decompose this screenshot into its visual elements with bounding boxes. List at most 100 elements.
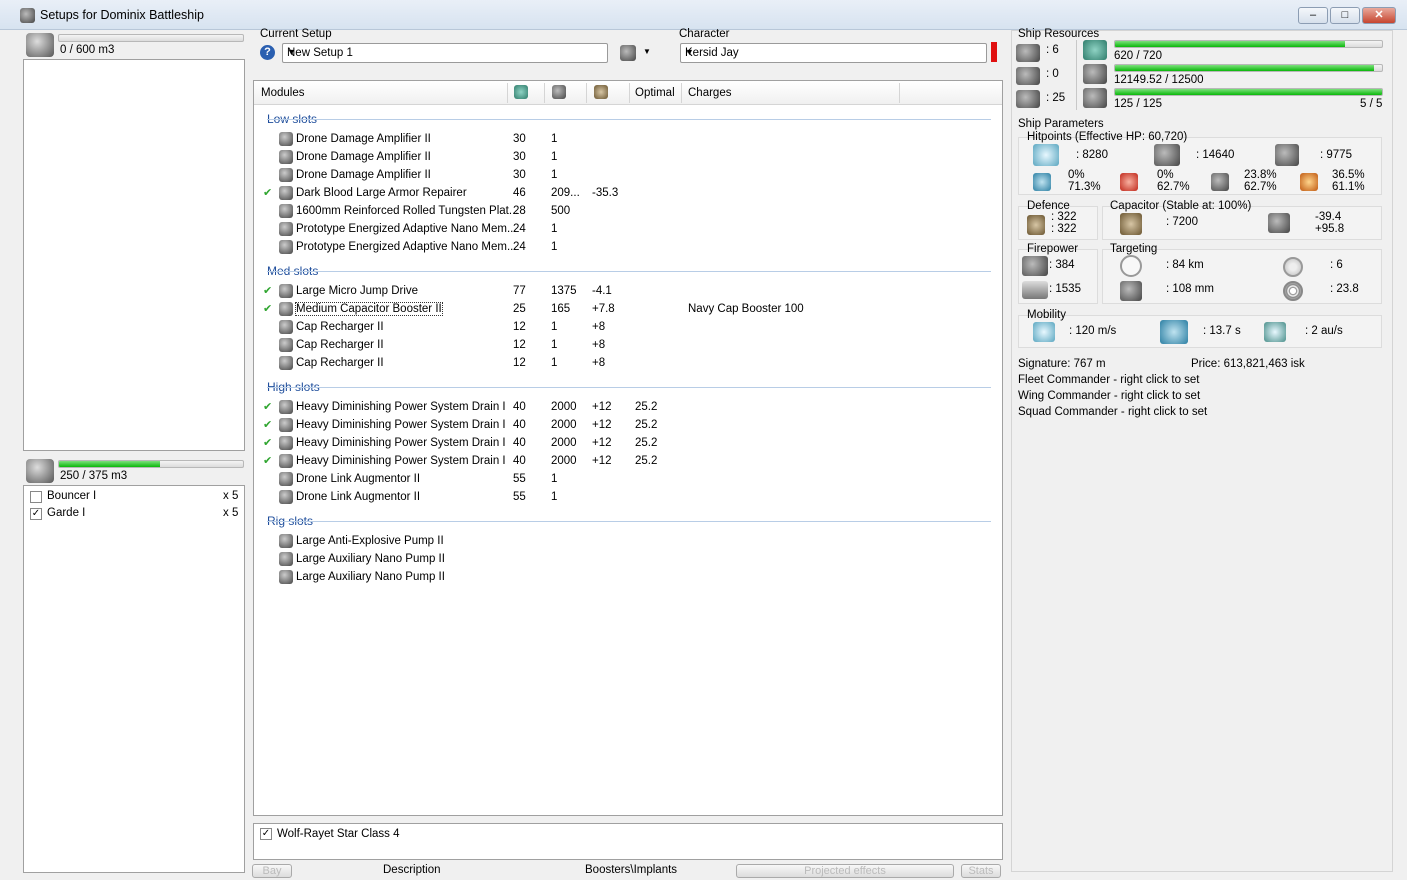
module-power: 1 (551, 241, 558, 253)
capacitor-delta: -39.4 (1315, 211, 1342, 223)
module-name: Drone Link Augmentor II (296, 491, 421, 503)
close-button[interactable]: ✕ (1362, 7, 1396, 24)
module-icon (279, 320, 293, 334)
tab-bay[interactable]: Bay (252, 864, 292, 878)
module-row[interactable]: Drone Damage Amplifier II 30 1 (254, 167, 994, 185)
module-name: Large Micro Jump Drive (296, 285, 419, 297)
module-row[interactable]: Prototype Energized Adaptive Nano Mem...… (254, 221, 994, 239)
active-check-icon[interactable]: ✔ (263, 186, 272, 199)
squad-commander[interactable]: Squad Commander - right click to set (1018, 406, 1207, 418)
module-cpu: 25 (513, 303, 526, 315)
targeting-title: Targeting (1110, 243, 1158, 255)
module-row[interactable]: ✔ Heavy Diminishing Power System Drain I 4… (254, 453, 994, 471)
cpu-column-icon[interactable] (514, 85, 528, 99)
active-check-icon[interactable]: ✔ (263, 418, 272, 431)
module-optimal: 25.2 (635, 419, 658, 431)
module-row[interactable]: Cap Recharger II 12 1 +8 (254, 337, 994, 355)
power-column-icon[interactable] (552, 85, 566, 99)
target-range-icon (1120, 255, 1142, 277)
module-row[interactable]: Cap Recharger II 12 1 +8 (254, 355, 994, 373)
module-row[interactable]: 1600mm Reinforced Rolled Tungsten Plat..… (254, 203, 994, 221)
module-row[interactable]: ✔ Dark Blood Large Armor Repairer 46 209...… (254, 185, 994, 203)
drone-item[interactable]: ✓ Garde I x 5 (24, 506, 244, 522)
bandwidth-label: 125 / 125 (1114, 98, 1162, 110)
module-icon (279, 534, 293, 548)
drone-item[interactable]: Bouncer I x 5 (24, 489, 244, 505)
mobility-title: Mobility (1027, 309, 1066, 321)
setup-select[interactable]: New Setup 1 ▼ (282, 43, 608, 63)
volley-icon (1022, 281, 1048, 299)
launcher-slots: : 0 (1046, 68, 1059, 80)
module-power: 1 (551, 223, 558, 235)
col-optimal[interactable]: Optimal (635, 87, 675, 99)
defence-b: : 322 (1051, 223, 1077, 235)
module-icon (279, 150, 293, 164)
cargo-label: 0 / 600 m3 (60, 44, 115, 56)
maximize-button[interactable]: □ (1330, 7, 1360, 24)
module-icon (279, 570, 293, 584)
module-row[interactable]: ✔ Large Micro Jump Drive 77 1375 -4.1 (254, 283, 994, 301)
tab-projected-effects[interactable]: Projected effects (736, 864, 954, 878)
col-modules[interactable]: Modules (261, 87, 304, 99)
module-power: 500 (551, 205, 571, 217)
module-optimal: 25.2 (635, 401, 658, 413)
shield-hp: : 8280 (1076, 149, 1108, 161)
drone-checkbox[interactable]: ✓ (30, 508, 42, 520)
character-select[interactable]: Kersid Jay ▼ (680, 43, 987, 63)
module-power: 1 (551, 473, 558, 485)
col-charges[interactable]: Charges (688, 87, 731, 99)
module-row[interactable]: Large Anti-Explosive Pump II (254, 533, 994, 551)
thermal-resist-icon (1120, 173, 1138, 191)
drone-checkbox[interactable] (30, 491, 42, 503)
price: Price: 613,821,463 isk (1191, 358, 1305, 370)
module-row[interactable]: ✔ Heavy Diminishing Power System Drain I 4… (254, 435, 994, 453)
module-row[interactable]: ✔ Heavy Diminishing Power System Drain I 4… (254, 399, 994, 417)
module-row[interactable]: Prototype Energized Adaptive Nano Mem...… (254, 239, 994, 257)
tab-stats[interactable]: Stats (961, 864, 1001, 878)
explosive-resist-b: 61.1% (1332, 181, 1365, 193)
help-icon[interactable]: ? (260, 45, 275, 60)
module-cpu: 40 (513, 437, 526, 449)
module-icon (279, 168, 293, 182)
module-optimal: 25.2 (635, 455, 658, 467)
environment-checkbox[interactable]: ✓ (260, 828, 272, 840)
module-row[interactable]: Large Auxiliary Nano Pump II (254, 551, 994, 569)
fleet-commander[interactable]: Fleet Commander - right click to set (1018, 374, 1200, 386)
firepower-a: : 384 (1049, 259, 1075, 271)
module-row[interactable]: ✔ Medium Capacitor Booster II 25 165 +7.8 Nav… (254, 301, 994, 319)
module-power: 2000 (551, 437, 577, 449)
module-name: Drone Damage Amplifier II (296, 169, 431, 181)
align-time: : 13.7 s (1203, 325, 1241, 337)
signature: Signature: 767 m (1018, 358, 1106, 370)
module-row[interactable]: Drone Link Augmentor II 55 1 (254, 471, 994, 489)
tab-boosters-implants[interactable]: Boosters\Implants (585, 864, 677, 876)
capacitor-column-icon[interactable] (594, 85, 608, 99)
active-check-icon[interactable]: ✔ (263, 400, 272, 413)
drone-bay-bar (58, 460, 244, 468)
wing-commander[interactable]: Wing Commander - right click to set (1018, 390, 1200, 402)
firepower-title: Firepower (1027, 243, 1079, 255)
active-check-icon[interactable]: ✔ (263, 454, 272, 467)
modules-panel[interactable]: Modules Optimal Charges Low slots Drone D… (253, 80, 1003, 816)
module-power: 2000 (551, 419, 577, 431)
ship-menu-button[interactable]: ▼ (618, 44, 654, 62)
module-name: Drone Damage Amplifier II (296, 151, 431, 163)
drone-bay-icon (26, 459, 54, 483)
module-cpu: 30 (513, 151, 526, 163)
module-row[interactable]: Drone Damage Amplifier II 30 1 (254, 149, 994, 167)
module-row[interactable]: Cap Recharger II 12 1 +8 (254, 319, 994, 337)
active-check-icon[interactable]: ✔ (263, 436, 272, 449)
active-check-icon[interactable]: ✔ (263, 284, 272, 297)
drone-list[interactable]: Bouncer I x 5 ✓ Garde I x 5 (23, 485, 245, 873)
minimize-button[interactable]: – (1298, 7, 1328, 24)
module-row[interactable]: Drone Link Augmentor II 55 1 (254, 489, 994, 507)
module-row[interactable]: Drone Damage Amplifier II 30 1 (254, 131, 994, 149)
tab-description[interactable]: Description (383, 864, 441, 876)
skills-status-indicator (991, 42, 997, 62)
active-check-icon[interactable]: ✔ (263, 302, 272, 315)
module-row[interactable]: ✔ Heavy Diminishing Power System Drain I 4… (254, 417, 994, 435)
module-row[interactable]: Large Auxiliary Nano Pump II (254, 569, 994, 587)
drone-bay-label: 250 / 375 m3 (60, 470, 128, 482)
module-capacitor: +7.8 (592, 303, 615, 315)
cargo-list[interactable] (23, 59, 245, 451)
